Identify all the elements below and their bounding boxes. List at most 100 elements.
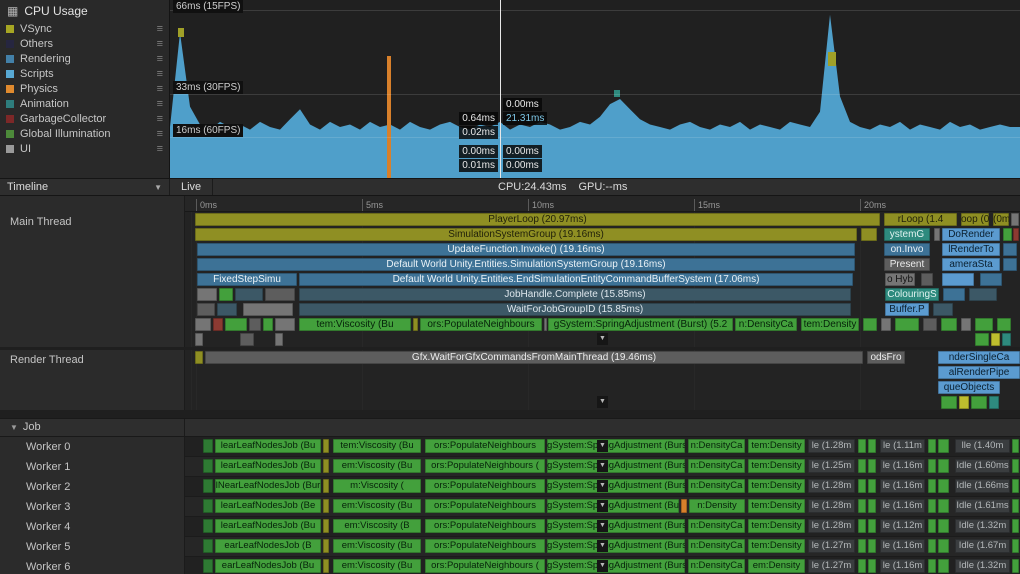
profiler-sample[interactable]: le (1.16m [880,459,925,473]
flow-arrow-icon[interactable]: ▼ [597,480,608,492]
profiler-sample-small[interactable] [969,288,997,301]
profiler-sample[interactable]: em:Viscosity (Bu [333,459,421,473]
profiler-sample[interactable]: em:Viscosity (Bu [333,539,421,553]
profiler-sample[interactable]: learLeafNodesJob (Bu [215,459,321,473]
profiler-sample-small[interactable] [323,459,329,473]
profiler-sample[interactable]: m:Viscosity ( [333,479,421,493]
legend-item-global-illumination[interactable]: Global Illumination≡ [0,126,169,141]
profiler-sample[interactable]: n:Density [689,499,745,513]
view-mode-dropdown[interactable]: Timeline ▼ [0,179,170,195]
legend-item-ui[interactable]: UI≡ [0,141,169,156]
profiler-sample[interactable]: le (1.28m [808,519,855,533]
legend-item-others[interactable]: Others≡ [0,36,169,51]
profiler-sample-small[interactable] [938,479,949,493]
profiler-sample-small[interactable] [928,559,936,573]
profiler-sample-small[interactable] [323,519,329,533]
profiler-sample[interactable]: le (1.16m [880,539,925,553]
track-label-job[interactable]: ▼Job [0,419,185,436]
profiler-sample-small[interactable] [961,318,971,331]
profiler-sample-small[interactable] [921,273,933,286]
profiler-sample-small[interactable] [991,333,1000,346]
cpu-usage-chart[interactable]: 66ms (15FPS)33ms (30FPS)16ms (60FPS) 0.0… [170,0,1020,178]
profiler-sample-small[interactable] [203,559,213,573]
profiler-sample-small[interactable] [203,539,213,553]
profiler-sample[interactable]: gSystem:SpringAdjustment (Burst) (5.2 [548,318,733,331]
chart-playhead[interactable] [500,0,501,178]
profiler-sample-small[interactable] [858,519,866,533]
profiler-sample[interactable]: le (1.28m [808,479,855,493]
profiler-sample[interactable]: gSystem:SpringAdjustment (Burst) (5.2 [547,479,685,493]
flow-arrow-icon[interactable]: ▼ [597,396,608,408]
profiler-sample-small[interactable] [997,318,1011,331]
profiler-sample[interactable]: Idle (1.32m [955,519,1010,533]
profiler-sample-small[interactable] [203,459,213,473]
profiler-sample[interactable]: (0m [993,213,1009,226]
profiler-sample-small[interactable] [323,439,329,453]
profiler-sample[interactable]: n:DensityCa [735,318,797,331]
profiler-sample-small[interactable] [544,318,547,331]
time-ruler[interactable]: 0ms5ms10ms15ms20ms [185,196,1020,212]
profiler-sample-small[interactable] [1012,499,1019,513]
profiler-sample-small[interactable] [858,439,866,453]
profiler-sample[interactable]: ors:PopulateNeighbours ( [425,559,545,573]
profiler-sample-small[interactable] [235,288,263,301]
profiler-sample-small[interactable] [941,318,957,331]
profiler-sample[interactable]: on.Invo [884,243,930,256]
profiler-sample-small[interactable] [203,439,213,453]
profiler-sample[interactable]: oop (0 [961,213,989,226]
profiler-sample-small[interactable] [203,479,213,493]
drag-handle-icon[interactable]: ≡ [157,84,163,94]
profiler-sample-small[interactable] [868,519,876,533]
profiler-sample[interactable]: n:DensityCa [688,539,745,553]
profiler-sample[interactable]: le (1.11m [880,439,925,453]
flow-arrow-icon[interactable]: ▼ [597,560,608,572]
profiler-sample[interactable]: ors:PopulateNeighbours [425,499,545,513]
profiler-sample-small[interactable] [1012,479,1019,493]
profiler-sample[interactable]: ors:PopulateNeighbours [420,318,542,331]
profiler-sample-small[interactable] [240,333,254,346]
profiler-sample[interactable]: UpdateFunction.Invoke() (19.16ms) [197,243,855,256]
profiler-sample[interactable]: Idle (1.67m [955,539,1010,553]
profiler-sample-small[interactable] [197,303,215,316]
profiler-sample-small[interactable] [858,459,866,473]
profiler-sample-small[interactable] [959,396,969,409]
profiler-sample[interactable]: le (1.27m [808,559,855,573]
profiler-sample[interactable]: nderSingleCa [938,351,1020,364]
profiler-sample[interactable]: le (1.27m [808,539,855,553]
profiler-sample[interactable]: gSystem:SpringAdjustment (Burst) (5.3 [547,519,685,533]
profiler-sample[interactable]: queObjects [938,381,1000,394]
profiler-sample-small[interactable] [868,459,876,473]
profiler-sample[interactable]: lRenderTo [942,243,1000,256]
profiler-sample[interactable]: JobHandle.Complete (15.85ms) [299,288,851,301]
profiler-sample-small[interactable] [1003,258,1017,271]
profiler-sample[interactable]: n:DensityCa [688,519,745,533]
profiler-sample[interactable]: Gfx.WaitForGfxCommandsFromMainThread (19… [205,351,863,364]
profiler-sample[interactable]: ameraSta [942,258,1000,271]
profiler-sample[interactable]: gSystem:SpringAdjustment (Burst) (5.2 [547,439,685,453]
profiler-sample[interactable]: em:Viscosity (B [333,519,421,533]
profiler-sample-small[interactable] [197,288,217,301]
legend-item-garbagecollector[interactable]: GarbageCollector≡ [0,111,169,126]
profiler-sample[interactable]: odsFro [867,351,905,364]
profiler-sample[interactable]: Default World Unity.Entities.EndSimulati… [299,273,853,286]
profiler-sample-small[interactable] [1012,519,1019,533]
profiler-sample[interactable]: n:DensityCa [688,439,745,453]
drag-handle-icon[interactable]: ≡ [157,69,163,79]
profiler-sample[interactable]: learLeafNodesJob (Bu [215,519,321,533]
profiler-sample-small[interactable] [195,333,203,346]
profiler-sample-small[interactable] [681,499,687,513]
profiler-sample-small[interactable] [323,499,329,513]
profiler-sample-small[interactable] [858,559,866,573]
drag-handle-icon[interactable]: ≡ [157,144,163,154]
profiler-sample[interactable]: alRenderPipe [938,366,1020,379]
profiler-sample[interactable]: Idle (1.32m [955,559,1010,573]
profiler-sample[interactable]: ystemG [884,228,930,241]
profiler-sample-small[interactable] [243,303,293,316]
profiler-sample[interactable]: tem:Density [748,539,805,553]
profiler-sample-small[interactable] [868,539,876,553]
profiler-sample[interactable]: ColouringS [885,288,939,301]
drag-handle-icon[interactable]: ≡ [157,129,163,139]
job-foldout-icon[interactable]: ▼ [10,423,18,432]
profiler-sample[interactable]: le (1.16m [880,499,925,513]
profiler-sample[interactable]: learLeafNodesJob (Be [215,499,321,513]
